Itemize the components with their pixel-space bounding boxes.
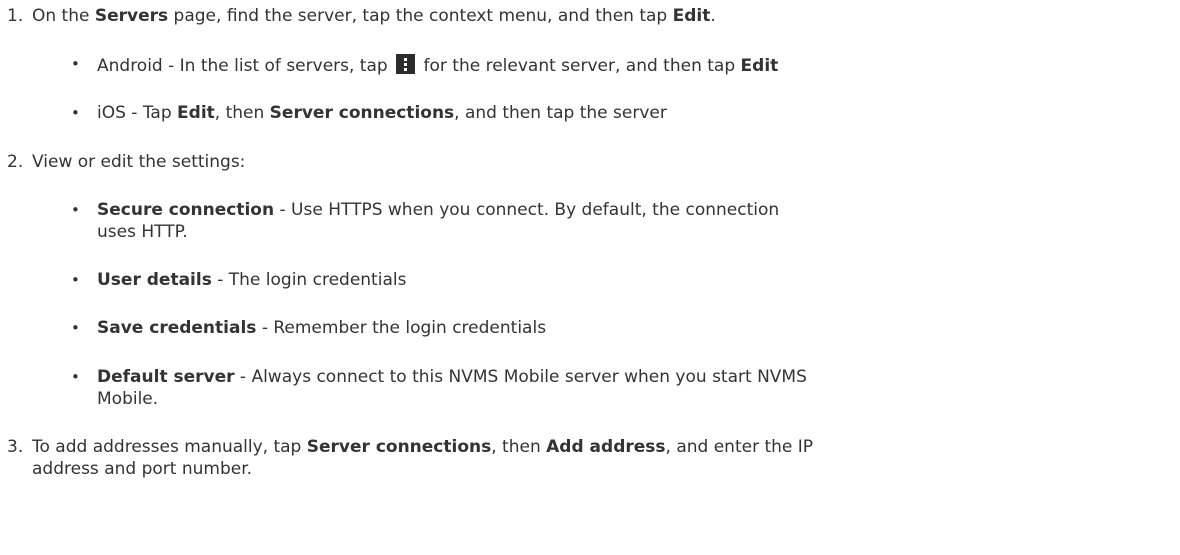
edit-term: Edit (672, 6, 711, 26)
setting-term: User details (97, 270, 212, 290)
user-details-setting: User details - The login credentials (97, 270, 407, 290)
setting-term: Default server (97, 367, 235, 387)
bullet-marker: • (71, 104, 80, 122)
bullet-marker: • (71, 201, 80, 219)
edit-term: Edit (177, 103, 215, 123)
step-2-text: View or edit the settings: (32, 152, 246, 172)
setting-term: Save credentials (97, 318, 257, 338)
bullet-marker: • (71, 368, 80, 386)
bullet-marker: • (71, 55, 80, 73)
android-instruction: Android - In the list of servers, tap fo… (97, 54, 779, 76)
bullet-marker: • (71, 319, 80, 337)
more-vert-icon (396, 54, 416, 74)
edit-term: Edit (740, 56, 779, 76)
default-server-setting-cont: Mobile. (97, 389, 159, 409)
step-number: 2. (7, 152, 24, 172)
secure-connection-setting-cont: uses HTTP. (97, 222, 188, 242)
secure-connection-setting: Secure connection - Use HTTPS when you c… (97, 200, 780, 220)
server-connections-term: Server connections (269, 103, 455, 123)
default-server-setting: Default server - Always connect to this … (97, 367, 807, 387)
ios-instruction: iOS - Tap Edit, then Server connections,… (97, 103, 667, 123)
step-3-text-cont: address and port number. (32, 459, 253, 479)
setting-term: Secure connection (97, 200, 275, 220)
add-address-term: Add address (546, 437, 666, 457)
server-connections-term: Server connections (306, 437, 492, 457)
step-1-text: On the Servers page, find the server, ta… (32, 6, 716, 26)
servers-page-term: Servers (94, 6, 169, 26)
bullet-marker: • (71, 271, 80, 289)
step-number: 1. (7, 6, 24, 26)
instructions-document: 1. On the Servers page, find the server,… (0, 0, 1180, 555)
save-credentials-setting: Save credentials - Remember the login cr… (97, 318, 547, 338)
step-3-text: To add addresses manually, tap Server co… (32, 437, 814, 457)
step-number: 3. (7, 437, 24, 457)
